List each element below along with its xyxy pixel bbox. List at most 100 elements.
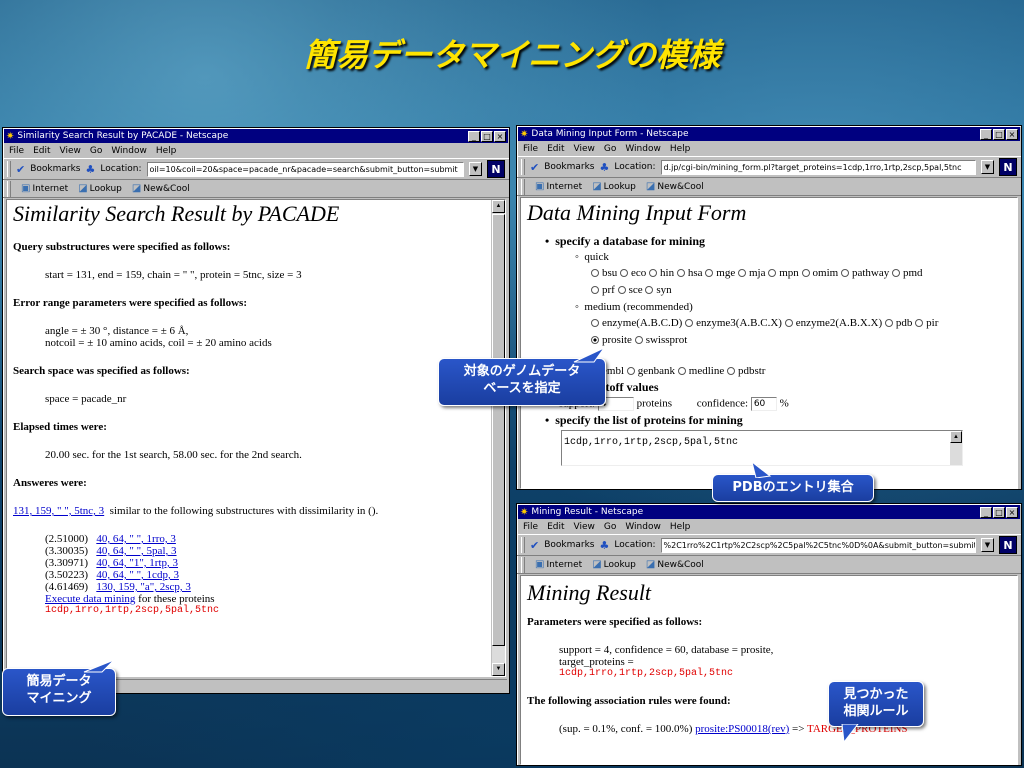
confidence-input[interactable]: 60: [750, 397, 777, 411]
bookmarks-icon[interactable]: ✔: [530, 161, 539, 174]
menu-edit[interactable]: Edit: [547, 144, 564, 154]
scroll-up-icon[interactable]: ▲: [950, 431, 962, 443]
result-link[interactable]: 130, 159, "a", 2scp, 3: [96, 581, 191, 593]
menu-view[interactable]: View: [574, 144, 595, 154]
netscape-logo[interactable]: N: [487, 160, 505, 178]
scroll-up-icon[interactable]: ▲: [492, 200, 505, 213]
menu-view[interactable]: View: [574, 522, 595, 532]
execute-mining-link[interactable]: Execute data mining: [45, 593, 135, 605]
bookmarks-icon[interactable]: ✔: [530, 539, 539, 552]
bookmarks-button[interactable]: Bookmarks: [544, 540, 594, 550]
menu-edit[interactable]: Edit: [547, 522, 564, 532]
radio-option[interactable]: hin: [649, 267, 674, 279]
internet-button[interactable]: ▣ Internet: [535, 559, 582, 570]
location-input[interactable]: %2C1rro%2C1rtp%2C2scp%2C5pal%2C5tnc%0D%0…: [660, 537, 976, 553]
left-scrollbar[interactable]: ▲ ▼: [491, 200, 505, 676]
maximize-button[interactable]: □: [993, 506, 1005, 518]
menu-go[interactable]: Go: [90, 146, 102, 156]
menu-help[interactable]: Help: [670, 144, 691, 154]
maximize-button[interactable]: □: [993, 128, 1005, 140]
menu-file[interactable]: File: [523, 144, 538, 154]
location-input[interactable]: oil=10&coil=20&space=pacade_nr&pacade=se…: [146, 161, 464, 177]
toolbar-grip[interactable]: [521, 159, 525, 175]
close-button[interactable]: ×: [1006, 506, 1018, 518]
prosite-rule-link[interactable]: prosite:PS00018: [695, 723, 768, 735]
lookup-button[interactable]: ◪ Lookup: [592, 559, 636, 570]
menu-help[interactable]: Help: [156, 146, 177, 156]
menu-go[interactable]: Go: [604, 144, 616, 154]
radio-option[interactable]: pmd: [891, 267, 923, 279]
bookmarks-icon[interactable]: ✔: [16, 163, 25, 176]
menu-window[interactable]: Window: [111, 146, 147, 156]
radio-option[interactable]: omim: [801, 267, 838, 279]
radio-option[interactable]: mge: [705, 267, 735, 279]
toolbar-grip[interactable]: [521, 537, 525, 553]
radio-option[interactable]: bsu: [591, 267, 617, 279]
radio-option[interactable]: enzyme3(A.B.C.X): [685, 317, 782, 329]
internet-button[interactable]: ▣ Internet: [21, 183, 68, 194]
menu-file[interactable]: File: [523, 522, 538, 532]
rule-rev-link[interactable]: (rev): [768, 723, 789, 735]
left-titlebar[interactable]: ✷ Similarity Search Result by PACADE - N…: [4, 129, 508, 143]
radio-option[interactable]: pdb: [884, 317, 912, 329]
toolbar-grip[interactable]: [7, 180, 11, 197]
newcool-button[interactable]: ◪ New&Cool: [646, 559, 704, 570]
toolbar-grip[interactable]: [7, 161, 11, 177]
location-input[interactable]: d.jp/cgi-bin/mining_form.pl?target_prote…: [660, 159, 976, 175]
netscape-logo[interactable]: N: [999, 536, 1017, 554]
menu-window[interactable]: Window: [625, 522, 661, 532]
newcool-button[interactable]: ◪ New&Cool: [646, 181, 704, 192]
radio-option[interactable]: hsa: [676, 267, 703, 279]
radio-option[interactable]: pathway: [840, 267, 889, 279]
radio-option[interactable]: medline: [677, 365, 724, 377]
radio-option[interactable]: enzyme(A.B.C.D): [591, 317, 682, 329]
internet-button[interactable]: ▣ Internet: [535, 181, 582, 192]
tr-titlebar[interactable]: ✷ Data Mining Input Form - Netscape _ □ …: [518, 127, 1020, 141]
netscape-logo[interactable]: N: [999, 158, 1017, 176]
radio-option[interactable]: eco: [620, 267, 646, 279]
query-answer-link[interactable]: 131, 159, " ", 5tnc, 3: [13, 505, 104, 517]
textarea-scrollbar[interactable]: ▲: [950, 431, 962, 465]
br-titlebar[interactable]: ✷ Mining Result - Netscape _ □ ×: [518, 505, 1020, 519]
close-button[interactable]: ×: [1006, 128, 1018, 140]
radio-option[interactable]: prf: [591, 284, 615, 296]
menu-view[interactable]: View: [60, 146, 81, 156]
newcool-button[interactable]: ◪ New&Cool: [132, 183, 190, 194]
bookmarks-button[interactable]: Bookmarks: [544, 162, 594, 172]
radio-option-selected[interactable]: prosite: [591, 334, 632, 346]
radio-option[interactable]: enzyme2(A.B.X.X): [784, 317, 882, 329]
menu-help[interactable]: Help: [670, 522, 691, 532]
menu-edit[interactable]: Edit: [33, 146, 50, 156]
toolbar-grip[interactable]: [521, 556, 525, 573]
scroll-thumb[interactable]: [492, 214, 505, 646]
location-dropdown-icon[interactable]: ▼: [981, 538, 994, 552]
result-link[interactable]: 40, 64, "1", 1rtp, 3: [96, 557, 178, 569]
result-link[interactable]: 40, 64, " ", 1cdp, 3: [96, 569, 179, 581]
radio-option[interactable]: syn: [645, 284, 672, 296]
radio-option[interactable]: sce: [617, 284, 643, 296]
scroll-down-icon[interactable]: ▼: [492, 663, 505, 676]
minimize-button[interactable]: _: [980, 128, 992, 140]
lookup-button[interactable]: ◪ Lookup: [592, 181, 636, 192]
menu-file[interactable]: File: [9, 146, 24, 156]
result-link[interactable]: 40, 64, " ", 5pal, 3: [96, 545, 176, 557]
radio-option[interactable]: mpn: [768, 267, 799, 279]
menu-go[interactable]: Go: [604, 522, 616, 532]
menu-window[interactable]: Window: [625, 144, 661, 154]
radio-option[interactable]: swissprot: [634, 334, 687, 346]
toolbar-grip[interactable]: [521, 178, 525, 195]
close-button[interactable]: ×: [494, 130, 506, 142]
location-dropdown-icon[interactable]: ▼: [981, 160, 994, 174]
result-link[interactable]: 40, 64, " ", 1rro, 3: [96, 533, 176, 545]
radio-option[interactable]: pdbstr: [726, 365, 765, 377]
minimize-button[interactable]: _: [980, 506, 992, 518]
bookmarks-button[interactable]: Bookmarks: [30, 164, 80, 174]
minimize-button[interactable]: _: [468, 130, 480, 142]
lookup-button[interactable]: ◪ Lookup: [78, 183, 122, 194]
radio-option[interactable]: mja: [737, 267, 765, 279]
location-dropdown-icon[interactable]: ▼: [469, 162, 482, 176]
maximize-button[interactable]: □: [481, 130, 493, 142]
radio-option[interactable]: genbank: [626, 365, 675, 377]
radio-option[interactable]: pir: [915, 317, 938, 329]
location-toolbar: ✔ Bookmarks ♣ Location: oil=10&coil=20&s…: [3, 158, 509, 180]
